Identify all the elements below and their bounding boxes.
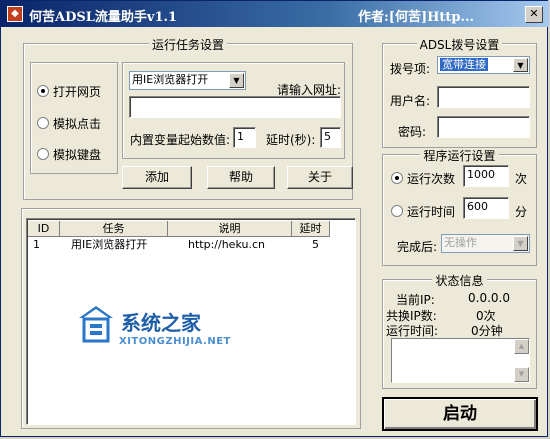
column-header-desc[interactable]: 说明: [168, 221, 292, 237]
password-label: 密码:: [398, 125, 427, 139]
row-delay: 5: [312, 238, 319, 251]
scroll-down-icon[interactable]: ▼: [514, 367, 529, 382]
close-icon[interactable]: ✕: [525, 6, 543, 23]
username-input[interactable]: [437, 86, 530, 108]
radio-simulate-keyboard[interactable]: [37, 148, 49, 160]
run-time-label: 运行时间: [407, 205, 456, 219]
run-count-label: 运行次数: [407, 172, 456, 186]
window-title: 何苦ADSL流量助手v1.1: [29, 10, 178, 25]
watermark-logo-icon: [79, 306, 113, 343]
dial-label: 拨号项:: [390, 62, 431, 76]
current-ip-label: 当前IP:: [396, 293, 435, 307]
row-id: 1: [33, 238, 40, 251]
run-time-input[interactable]: 600: [463, 197, 509, 219]
column-header-task[interactable]: 任务: [60, 221, 168, 237]
radio-simulate-click[interactable]: [37, 117, 49, 129]
main-window: ◆ 何苦ADSL流量助手v1.1 作者:[何苦]Http... ✕ 运行任务设置…: [0, 0, 549, 437]
status-legend: 状态信息: [432, 274, 487, 288]
radio-simulate-keyboard-label: 模拟键盘: [53, 148, 102, 162]
app-icon: ◆: [7, 6, 23, 22]
url-input[interactable]: [129, 96, 341, 118]
username-label: 用户名:: [390, 94, 431, 108]
var-start-input[interactable]: 1: [233, 127, 256, 148]
watermark-title: 系统之家: [121, 311, 201, 335]
start-button[interactable]: 启动: [382, 397, 538, 431]
radio-open-page-label: 打开网页: [53, 85, 102, 99]
chevron-down-icon[interactable]: ▼: [513, 58, 528, 72]
var-start-label: 内置变量起始数值:: [130, 133, 231, 147]
run-settings-legend: 程序运行设置: [420, 149, 499, 163]
run-count-input[interactable]: 1000: [463, 165, 509, 187]
row-desc: http://heku.cn: [188, 238, 265, 251]
after-complete-value: 无操作: [444, 236, 477, 249]
delay-input[interactable]: 5: [320, 127, 341, 148]
after-complete-label: 完成后:: [397, 240, 438, 254]
watermark-subtitle: XITONGZHIJIA.NET: [119, 336, 231, 347]
browser-select-value: 用IE浏览器打开: [132, 73, 209, 86]
column-header-id[interactable]: ID: [28, 221, 60, 237]
password-input[interactable]: [437, 116, 530, 138]
adsl-settings-legend: ADSL拨号设置: [416, 38, 503, 52]
radio-run-count[interactable]: [391, 172, 403, 184]
dial-select[interactable]: 宽带连接 ▼: [437, 56, 530, 74]
runtime-label: 运行时间:: [386, 324, 439, 338]
chevron-down-icon[interactable]: ▼: [229, 73, 244, 88]
status-log[interactable]: ▲ ▼: [391, 338, 530, 383]
runtime-value: 0分钟: [471, 324, 503, 338]
chevron-down-icon[interactable]: ▼: [513, 236, 528, 251]
delay-label: 延时(秒):: [266, 133, 316, 147]
current-ip-value: 0.0.0.0: [468, 291, 510, 305]
scroll-up-icon[interactable]: ▲: [514, 339, 529, 354]
browser-select[interactable]: 用IE浏览器打开 ▼: [129, 71, 246, 90]
task-settings-legend: 运行任务设置: [148, 38, 227, 52]
dial-select-value: 宽带连接: [440, 58, 488, 71]
run-time-unit: 分: [515, 205, 528, 219]
radio-run-time[interactable]: [391, 205, 403, 217]
column-header-delay[interactable]: 延时: [292, 221, 330, 237]
title-bar[interactable]: ◆ 何苦ADSL流量助手v1.1 作者:[何苦]Http... ✕: [1, 1, 549, 27]
row-task: 用IE浏览器打开: [71, 238, 148, 251]
author-label: 作者:[何苦]Http...: [358, 10, 475, 25]
add-button[interactable]: 添加: [122, 166, 192, 189]
run-count-unit: 次: [515, 172, 528, 186]
after-complete-select[interactable]: 无操作 ▼: [441, 234, 530, 253]
radio-simulate-click-label: 模拟点击: [53, 117, 102, 131]
about-button[interactable]: 关于: [287, 166, 353, 189]
radio-open-page[interactable]: [37, 85, 49, 97]
help-button[interactable]: 帮助: [207, 166, 275, 189]
